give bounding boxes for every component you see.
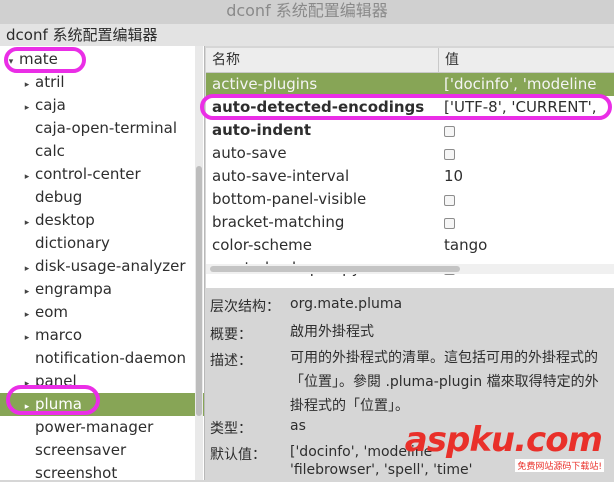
- table-header: 名称 值: [206, 48, 614, 73]
- summary-label: 概要：: [210, 327, 252, 343]
- tree-item-label: debug: [35, 188, 83, 206]
- table-hscrollbar-thumb[interactable]: [210, 266, 460, 272]
- key-row-bottom-panel-visible[interactable]: bottom-panel-visible: [206, 188, 614, 211]
- key-value-checkbox[interactable]: [444, 142, 455, 167]
- description-label: 描述：: [210, 353, 252, 369]
- tree-item-label: calc: [35, 142, 65, 160]
- tree-item-label: desktop: [35, 211, 95, 229]
- tree-item-eom[interactable]: ▸ eom: [0, 301, 204, 324]
- highlight-auto-detected-encodings: [200, 94, 612, 120]
- key-value-checkbox[interactable]: [444, 119, 455, 144]
- tree-item-marco[interactable]: ▸ marco: [0, 324, 204, 347]
- tree-item-label: control-center: [35, 165, 141, 183]
- checkbox-icon[interactable]: [444, 195, 455, 206]
- key-value[interactable]: 10: [444, 165, 463, 188]
- tree-item-label: disk-usage-analyzer: [35, 257, 186, 275]
- tree-item-power-manager[interactable]: power-manager: [0, 416, 204, 439]
- key-value[interactable]: ['docinfo', 'modeline: [444, 73, 596, 96]
- tree-item-label: marco: [35, 326, 83, 344]
- schema-value: org.mate.pluma: [290, 296, 403, 312]
- tree-item-label: eom: [35, 303, 69, 321]
- tree-item-control-center[interactable]: ▸ control-center: [0, 163, 204, 186]
- tree-item-screenshot[interactable]: screenshot: [0, 462, 204, 480]
- checkbox-icon[interactable]: [444, 126, 455, 137]
- tree-item-notification-daemon[interactable]: notification-daemon: [0, 347, 204, 370]
- column-header-value[interactable]: 值: [438, 48, 614, 72]
- schema-label: 层次结构：: [210, 299, 280, 315]
- tree-item-label: caja: [35, 96, 66, 114]
- key-name: auto-save-interval: [212, 167, 350, 185]
- key-row-auto-indent[interactable]: auto-indent: [206, 119, 614, 142]
- key-row-auto-save-interval[interactable]: auto-save-interval 10: [206, 165, 614, 188]
- highlight-pluma: [6, 385, 100, 415]
- key-row-color-scheme[interactable]: color-scheme tango: [206, 234, 614, 257]
- tree-item-disk-usage-analyzer[interactable]: ▸ disk-usage-analyzer: [0, 255, 204, 278]
- table-hscrollbar[interactable]: [206, 264, 614, 274]
- tree-item-caja[interactable]: ▸ caja: [0, 94, 204, 117]
- tree-item-engrampa[interactable]: ▸ engrampa: [0, 278, 204, 301]
- type-label: 类型：: [210, 421, 252, 437]
- key-row-auto-save[interactable]: auto-save: [206, 142, 614, 165]
- tree-item-desktop[interactable]: ▸ desktop: [0, 209, 204, 232]
- key-value[interactable]: tango: [444, 234, 487, 257]
- key-name: active-plugins: [212, 75, 318, 93]
- highlight-mate: [4, 47, 86, 73]
- keys-table: 名称 值 active-plugins ['docinfo', 'modeline…: [206, 48, 614, 288]
- tree-item-debug[interactable]: debug: [0, 186, 204, 209]
- summary-value: 啟用外掛程式: [290, 324, 374, 340]
- menubar-title: dconf 系统配置编辑器: [0, 24, 614, 46]
- watermark-logo: aspku.com: [404, 420, 603, 460]
- key-name: bracket-matching: [212, 213, 345, 231]
- tree-item-calc[interactable]: calc: [0, 140, 204, 163]
- watermark-subtitle: 免费网站源码下载站!: [515, 459, 604, 472]
- tree-item-label: engrampa: [35, 280, 112, 298]
- key-name: bottom-panel-visible: [212, 190, 367, 208]
- key-name: color-scheme: [212, 236, 313, 254]
- key-value-checkbox[interactable]: [444, 188, 455, 213]
- tree-item-label: caja-open-terminal: [35, 119, 177, 137]
- checkbox-icon[interactable]: [444, 218, 455, 229]
- tree-item-screensaver[interactable]: screensaver: [0, 439, 204, 462]
- tree-item-label: screenshot: [35, 464, 118, 480]
- tree-item-label: dictionary: [35, 234, 110, 252]
- key-value-checkbox[interactable]: [444, 211, 455, 236]
- key-row-active-plugins[interactable]: active-plugins ['docinfo', 'modeline: [206, 73, 614, 96]
- key-name: auto-save: [212, 144, 287, 162]
- watermark: aspku.com 免费网站源码下载站!: [405, 420, 610, 474]
- checkbox-icon[interactable]: [444, 149, 455, 160]
- tree-item-label: power-manager: [35, 418, 154, 436]
- window-title: dconf 系统配置编辑器: [0, 0, 614, 24]
- tree-item-label: atril: [35, 73, 65, 91]
- default-label: 默认值：: [210, 447, 266, 463]
- tree-item-label: notification-daemon: [35, 349, 187, 367]
- key-row-bracket-matching[interactable]: bracket-matching: [206, 211, 614, 234]
- tree-scrollbar-thumb[interactable]: [196, 166, 202, 416]
- tree-item-caja-open-terminal[interactable]: caja-open-terminal: [0, 117, 204, 140]
- description-value: 可用的外掛程式的清單。這包括可用的外掛程式的「位置」。參閱 .pluma-plu…: [290, 350, 599, 414]
- tree-item-dictionary[interactable]: dictionary: [0, 232, 204, 255]
- tree-item-atril[interactable]: ▸ atril: [0, 71, 204, 94]
- column-header-name[interactable]: 名称: [212, 48, 436, 72]
- tree-item-label: screensaver: [35, 441, 127, 459]
- key-name: auto-indent: [212, 121, 312, 139]
